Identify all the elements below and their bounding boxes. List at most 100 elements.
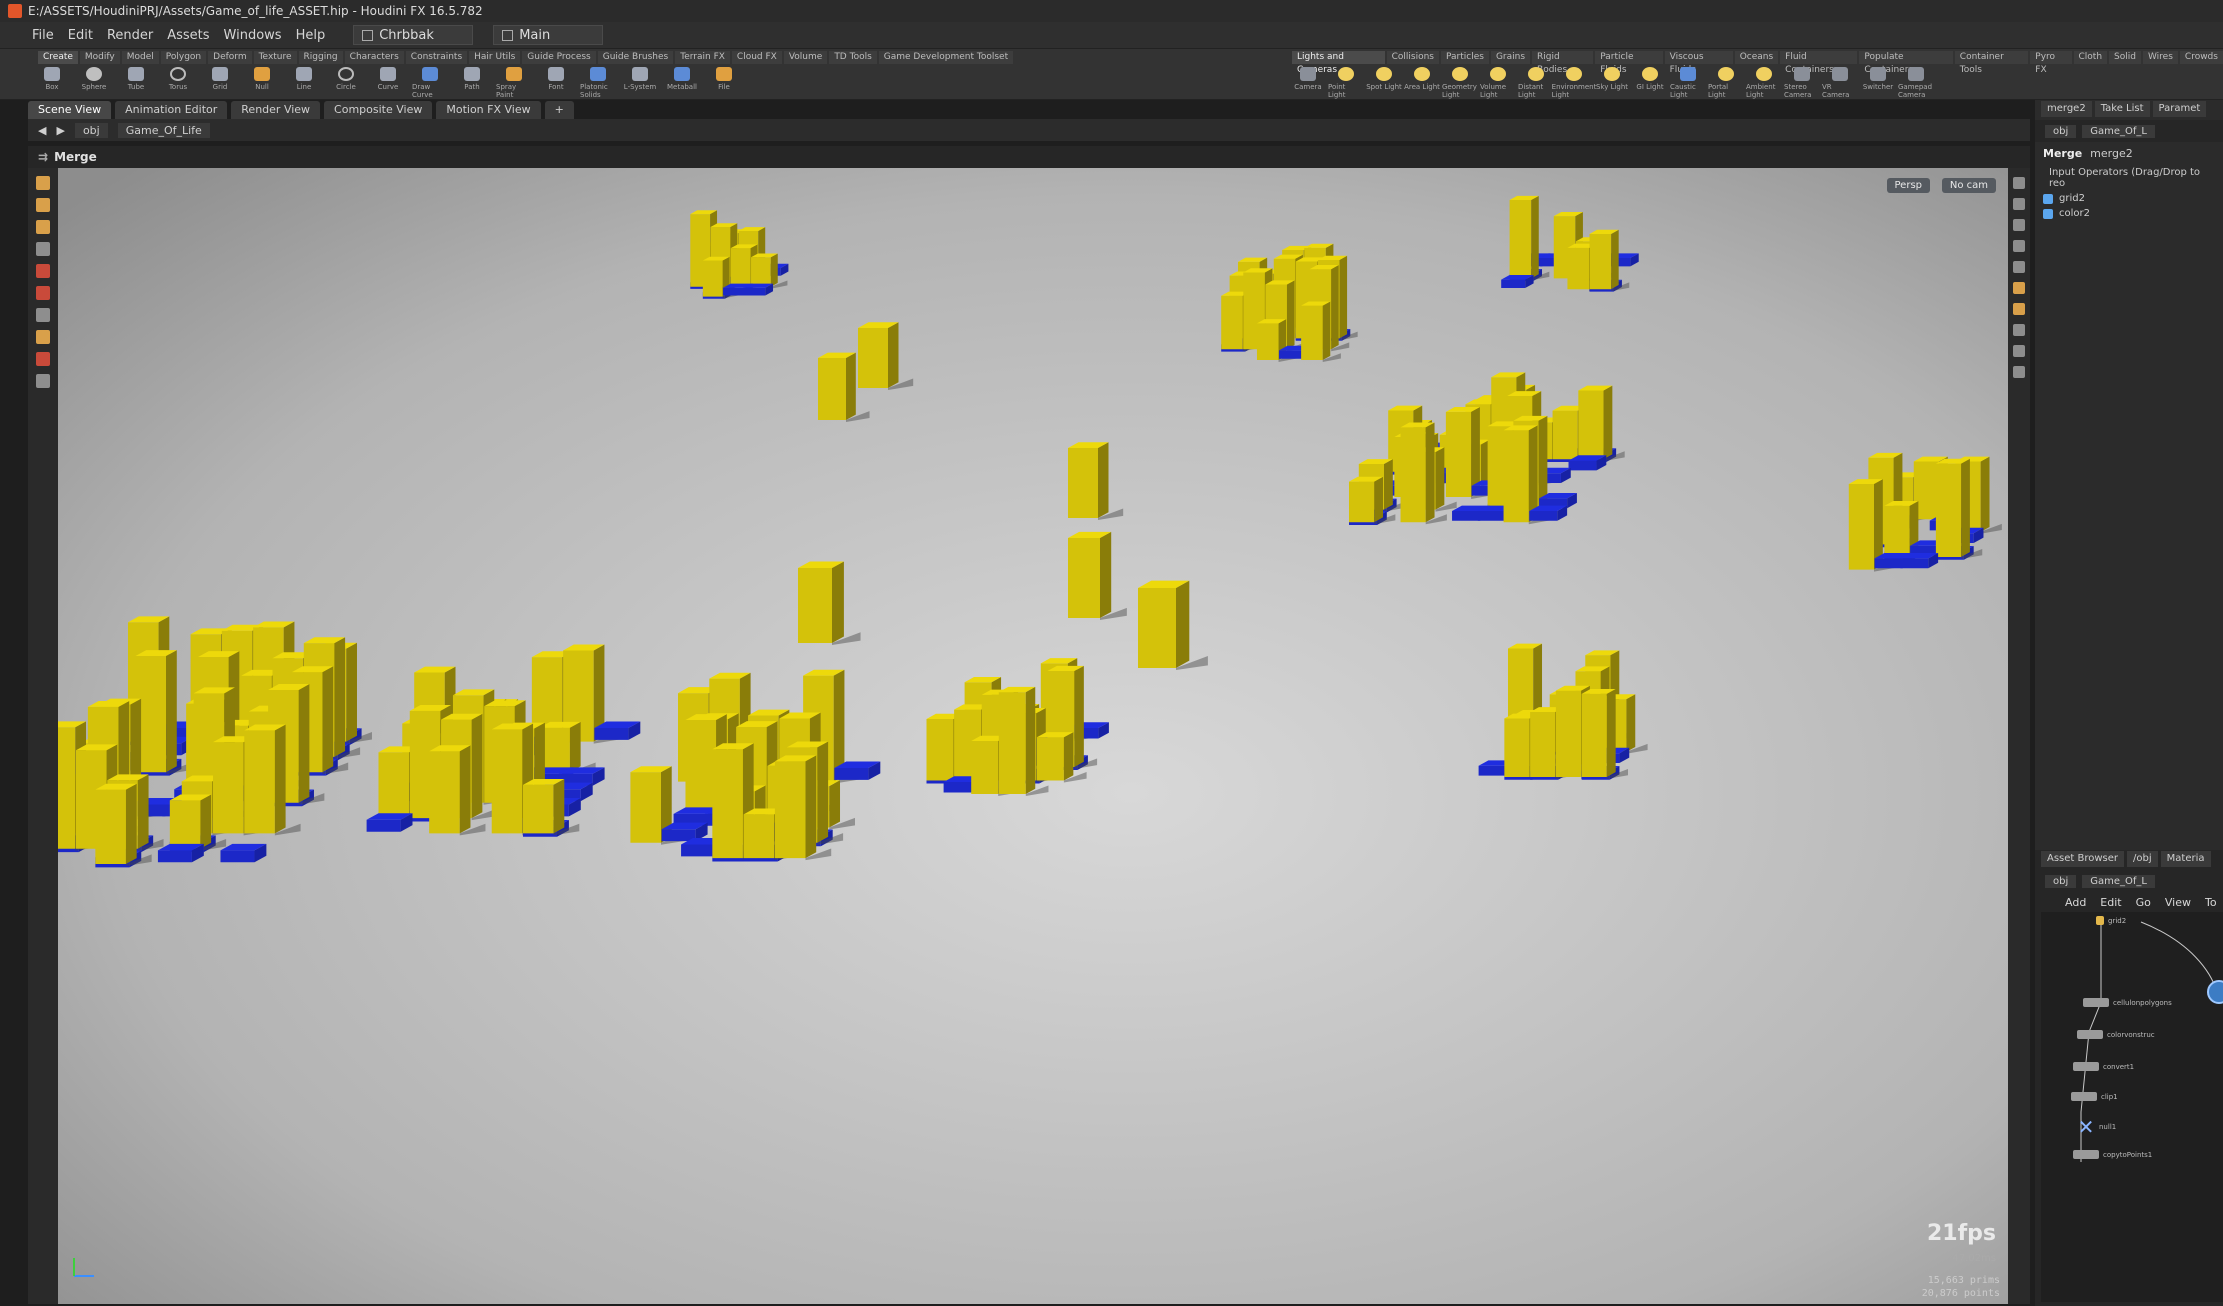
shelf-tab[interactable]: Rigging <box>298 51 343 64</box>
scale-tool-icon[interactable] <box>36 242 50 256</box>
shelf-tab[interactable]: Cloud FX <box>731 51 782 64</box>
shelf-tab[interactable]: Pyro FX <box>2030 51 2072 75</box>
tab-parameters[interactable]: Paramet <box>2152 101 2207 117</box>
display-options-icon[interactable] <box>2013 177 2025 189</box>
tab-animation-editor[interactable]: Animation Editor <box>115 101 228 119</box>
shelf-tool-button[interactable]: Grid <box>202 67 238 99</box>
menu-file[interactable]: File <box>32 28 54 43</box>
shelf-tab[interactable]: Rigid Bodies <box>1532 51 1594 75</box>
network-menu-view[interactable]: View <box>2165 896 2191 909</box>
shelf-tab[interactable]: Polygon <box>160 51 207 64</box>
shelf-tab[interactable]: Particle Fluids <box>1595 51 1663 75</box>
tab-motion-fx-view[interactable]: Motion FX View <box>436 101 541 119</box>
network-node[interactable]: colorvonstruc <box>2077 1030 2155 1039</box>
magnet-icon[interactable] <box>36 352 50 366</box>
shelf-tab[interactable]: Wires <box>2142 51 2178 64</box>
shelf-tab[interactable]: Create <box>38 51 78 64</box>
shelf-tab[interactable]: Characters <box>344 51 404 64</box>
shelf-tab[interactable]: Volume <box>783 51 828 64</box>
normals-icon[interactable] <box>2013 366 2025 378</box>
shelf-tool-button[interactable]: Portal Light <box>1708 67 1744 99</box>
network-node[interactable]: ✕ null1 <box>2077 1117 2117 1137</box>
shelf-tab[interactable]: Cloth <box>2073 51 2108 64</box>
camera-select-button[interactable]: No cam <box>1941 178 1996 193</box>
shelf-tool-button[interactable]: Box <box>34 67 70 99</box>
handle-tool-icon[interactable] <box>36 264 50 278</box>
shelf-tab[interactable]: TD Tools <box>829 51 877 64</box>
shelf-tool-button[interactable]: Platonic Solids <box>580 67 616 99</box>
scene-canvas[interactable] <box>58 168 2008 1304</box>
shelf-tool-button[interactable]: Point Light <box>1328 67 1364 99</box>
shelf-tool-button[interactable]: Camera <box>1290 67 1326 99</box>
shelf-tool-button[interactable]: Tube <box>118 67 154 99</box>
view-tool-icon[interactable] <box>36 308 50 322</box>
shelf-tool-button[interactable]: Distant Light <box>1518 67 1554 99</box>
param-breadcrumb-object[interactable]: Game_Of_L <box>2082 124 2155 138</box>
network-menu-add[interactable]: Add <box>2065 896 2086 909</box>
camera-icon[interactable] <box>2013 282 2025 294</box>
shelf-tab[interactable]: Terrain FX <box>675 51 730 64</box>
tab-obj[interactable]: /obj <box>2127 851 2158 867</box>
shelf-tab[interactable]: Oceans <box>1734 51 1779 64</box>
pose-tool-icon[interactable] <box>36 286 50 300</box>
rotate-tool-icon[interactable] <box>36 220 50 234</box>
tab-merge2[interactable]: merge2 <box>2041 101 2092 117</box>
shelf-tool-button[interactable]: Path <box>454 67 490 99</box>
breadcrumb-obj[interactable]: obj <box>74 122 108 138</box>
menu-assets[interactable]: Assets <box>167 28 209 43</box>
shelf-tool-button[interactable]: Circle <box>328 67 364 99</box>
shelf-tool-button[interactable]: Null <box>244 67 280 99</box>
network-node[interactable]: copytoPoints1 <box>2073 1150 2152 1159</box>
shelf-tool-button[interactable]: Draw Curve <box>412 67 448 99</box>
network-breadcrumb-obj[interactable]: obj <box>2045 874 2077 888</box>
shelf-tab[interactable]: Modify <box>79 51 120 64</box>
desktop-selector[interactable]: Chrbbak <box>353 25 474 45</box>
add-tab-button[interactable]: + <box>544 101 574 119</box>
tab-asset-browser[interactable]: Asset Browser <box>2041 851 2125 867</box>
visibility-icon[interactable] <box>2013 240 2025 252</box>
snap-tool-icon[interactable] <box>36 330 50 344</box>
shelf-tab[interactable]: Lights and Cameras <box>1292 51 1385 75</box>
breadcrumb-object[interactable]: Game_Of_Life <box>117 122 210 138</box>
shelf-tab[interactable]: Deform <box>208 51 252 64</box>
input-operator-row[interactable]: grid2 <box>2035 191 2223 206</box>
shelf-tab[interactable]: Populate Containers <box>1859 51 1953 75</box>
network-menu-go[interactable]: Go <box>2136 896 2151 909</box>
menu-windows[interactable]: Windows <box>224 28 282 43</box>
network-node[interactable]: convert1 <box>2073 1062 2134 1071</box>
camera-mode-button[interactable]: Persp <box>1886 178 1930 193</box>
shelf-tab[interactable]: Grains <box>1490 51 1531 64</box>
shelf-tool-button[interactable]: VR Camera <box>1822 67 1858 99</box>
render-icon[interactable] <box>36 374 50 388</box>
tab-take-list[interactable]: Take List <box>2094 101 2150 117</box>
move-tool-icon[interactable] <box>36 198 50 212</box>
shading-icon[interactable] <box>2013 198 2025 210</box>
shelf-tab[interactable]: Collisions <box>1386 51 1439 64</box>
shelf-tab[interactable]: Particles <box>1440 51 1489 64</box>
network-breadcrumb-object[interactable]: Game_Of_L <box>2082 874 2155 888</box>
shelf-tab[interactable]: Container Tools <box>1954 51 2029 75</box>
shelf-tool-button[interactable]: Font <box>538 67 574 99</box>
shelf-tool-button[interactable]: Sphere <box>76 67 112 99</box>
shelf-tool-button[interactable]: Curve <box>370 67 406 99</box>
shelf-tool-button[interactable]: Spot Light <box>1366 67 1402 99</box>
back-arrow-icon[interactable]: ◀ <box>38 124 46 137</box>
shelf-tool-button[interactable]: Gamepad Camera <box>1898 67 1934 99</box>
shelf-tab[interactable]: Texture <box>253 51 297 64</box>
shelf-tab[interactable]: Guide Process <box>522 51 596 64</box>
network-node[interactable]: grid2 <box>2096 916 2126 925</box>
menu-render[interactable]: Render <box>107 28 153 43</box>
network-editor[interactable]: grid2 cellulonpolygons colorvonstruc con… <box>2041 912 2223 1302</box>
shelf-tool-button[interactable]: Line <box>286 67 322 99</box>
main-selector[interactable]: Main <box>493 25 604 45</box>
network-node[interactable]: clip1 <box>2071 1092 2118 1101</box>
menu-edit[interactable]: Edit <box>68 28 93 43</box>
grid-icon[interactable] <box>2013 324 2025 336</box>
shelf-tool-button[interactable]: Ambient Light <box>1746 67 1782 99</box>
shelf-tab[interactable]: Solid <box>2109 51 2141 64</box>
select-tool-icon[interactable] <box>36 176 50 190</box>
shelf-tool-button[interactable]: Stereo Camera <box>1784 67 1820 99</box>
shelf-tab[interactable]: Model <box>121 51 159 64</box>
shelf-tab[interactable]: Viscous Fluids <box>1664 51 1733 75</box>
shelf-tool-button[interactable]: Spray Paint <box>496 67 532 99</box>
